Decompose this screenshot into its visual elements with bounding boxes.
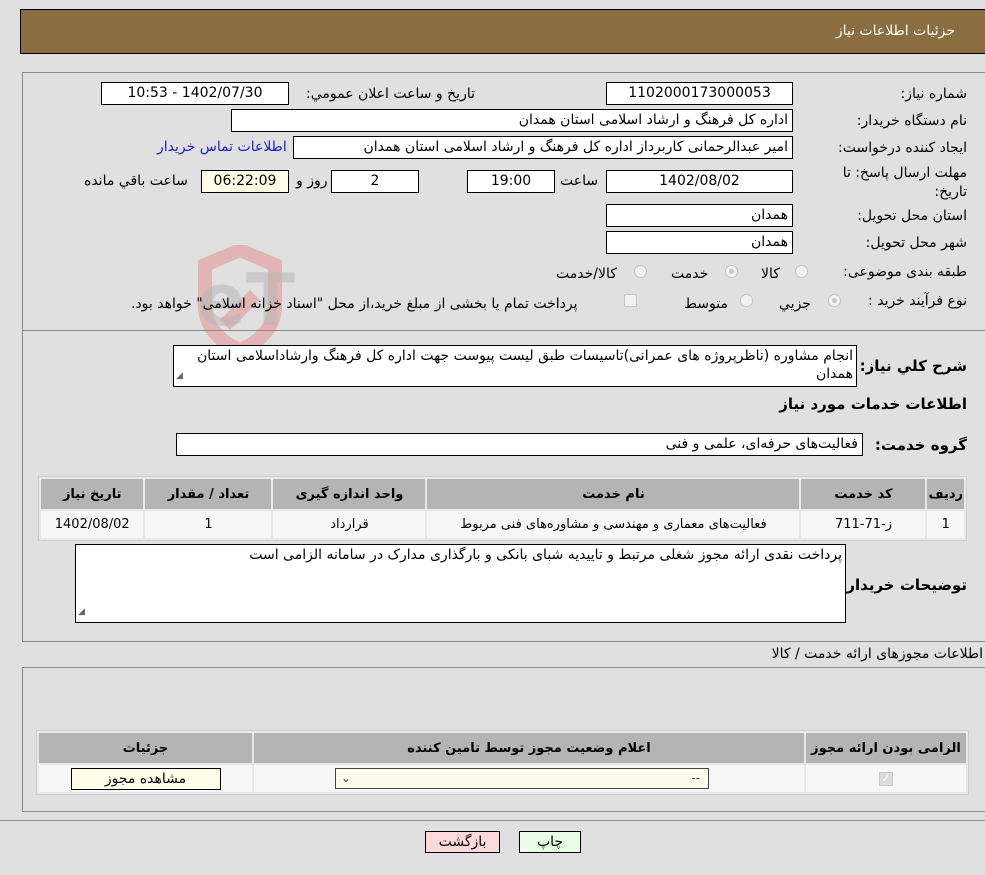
service-group-field: فعالیت‌های حرفه‌ای، علمی و فنی	[176, 433, 863, 456]
cell-unit: قرارداد	[273, 511, 426, 538]
col-permit-status: اعلام وضعیت مجوز توسط تامین کننده	[254, 733, 804, 763]
province-field: همدان	[606, 204, 793, 227]
description-label: شرح کلي نياز:	[859, 357, 967, 375]
permits-table: الزامی بودن ارائه مجوز اعلام وضعیت مجوز …	[36, 730, 969, 795]
col-service-name: نام خدمت	[427, 479, 800, 509]
col-quantity: تعداد / مقدار	[145, 479, 272, 509]
permits-section-title: اطلاعات مجوزهای ارائه خدمت / کالا	[771, 646, 983, 662]
cell-row-number: 1	[927, 511, 964, 538]
buyer-contact-link[interactable]: اطلاعات تماس خریدار	[157, 139, 287, 155]
category-label: طبقه بندی موضوعی:	[843, 264, 967, 280]
chevron-down-icon: ⌄	[341, 771, 352, 785]
category-option-service: خدمت	[671, 266, 709, 282]
time-remaining-label: ساعت باقي مانده	[84, 173, 188, 189]
permit-status-select[interactable]: -- ⌄	[335, 768, 709, 789]
table-row: ✓ -- ⌄ مشاهده مجوز	[39, 765, 966, 792]
process-radio-minor[interactable]	[828, 294, 841, 307]
cell-permit-required: ✓	[806, 765, 966, 792]
time-remaining-field: 06:22:09	[201, 170, 289, 193]
col-unit: واحد اندازه گیری	[273, 479, 426, 509]
col-permit-required: الزامی بودن ارائه مجوز	[806, 733, 966, 763]
permit-status-value: --	[691, 771, 700, 785]
need-number-label: شماره نیاز:	[900, 86, 968, 102]
category-option-goods-service: کالا/خدمت	[556, 266, 617, 282]
col-service-code: کد خدمت	[801, 479, 926, 509]
permits-table-header: الزامی بودن ارائه مجوز اعلام وضعیت مجوز …	[39, 733, 966, 763]
buyer-org-field: اداره کل فرهنگ و ارشاد اسلامی استان همدا…	[231, 109, 793, 132]
need-number-field: 1102000173000053	[606, 82, 793, 105]
print-button[interactable]: چاپ	[519, 831, 581, 853]
buyer-org-label: نام دستگاه خریدار:	[856, 113, 967, 129]
view-permit-button[interactable]: مشاهده مجوز	[70, 767, 221, 790]
buyer-notes-text: پرداخت نقدی ارائه مجوز شغلی مرتبط و تایی…	[249, 547, 842, 563]
deadline-time-field: 19:00	[467, 170, 555, 193]
category-radio-goods-service[interactable]	[634, 265, 647, 278]
resize-handle-icon[interactable]: ◢	[78, 603, 85, 621]
category-radio-service[interactable]	[725, 265, 738, 278]
announce-date-field: 1402/07/30 - 10:53	[101, 82, 289, 105]
treasury-note: پرداخت تمام یا بخشی از مبلغ خرید،از محل …	[131, 296, 578, 312]
creator-label: ایجاد کننده درخواست:	[838, 140, 967, 156]
description-text: انجام مشاوره (ناظرپروژه های عمرانی)تاسیس…	[197, 348, 853, 382]
process-option-medium: متوسط	[684, 296, 728, 312]
back-button[interactable]: بازگشت	[425, 831, 500, 853]
category-radio-goods[interactable]	[795, 265, 808, 278]
category-option-goods: کالا	[761, 266, 780, 282]
cell-permit-details: مشاهده مجوز	[39, 765, 252, 792]
services-table-header: ردیف کد خدمت نام خدمت واحد اندازه گیری ت…	[41, 479, 964, 509]
table-row: 1 ز-71-711 فعالیت‌های معماری و مهندسی و …	[41, 511, 964, 538]
services-table: ردیف کد خدمت نام خدمت واحد اندازه گیری ت…	[38, 476, 967, 541]
days-label: روز و	[296, 173, 328, 189]
treasury-checkbox[interactable]	[624, 294, 637, 307]
city-label: شهر محل تحویل:	[865, 235, 967, 251]
page-title: جزئیات اطلاعات نیاز	[835, 23, 955, 39]
col-permit-details: جزئیات	[39, 733, 252, 763]
cell-service-name: فعالیت‌های معماری و مهندسی و مشاوره‌های …	[427, 511, 800, 538]
divider	[23, 330, 985, 331]
cell-service-code: ز-71-711	[801, 511, 926, 538]
service-group-label: گروه خدمت:	[874, 436, 967, 454]
process-radio-medium[interactable]	[740, 294, 753, 307]
process-type-label: نوع فرآیند خرید :	[868, 293, 967, 309]
creator-field: امیر عبدالرحمانی کاربرداز اداره کل فرهنگ…	[293, 136, 793, 159]
deadline-time-label: ساعت	[560, 173, 599, 189]
process-option-minor: جزيي	[779, 296, 811, 312]
page-header: جزئیات اطلاعات نیاز	[20, 9, 985, 54]
province-label: استان محل تحویل:	[857, 208, 967, 224]
days-remaining-field: 2	[331, 170, 419, 193]
divider	[0, 820, 985, 821]
buyer-notes-textarea[interactable]: پرداخت نقدی ارائه مجوز شغلی مرتبط و تایی…	[75, 544, 846, 623]
deadline-date-field: 1402/08/02	[606, 170, 793, 193]
buyer-notes-label: توضیحات خریدار:	[840, 576, 967, 594]
col-need-date: تاریخ نیاز	[41, 479, 144, 509]
deadline-label: مهلت ارسال پاسخ: تا تاریخ:	[842, 165, 967, 200]
description-textarea[interactable]: انجام مشاوره (ناظرپروژه های عمرانی)تاسیس…	[173, 345, 857, 387]
col-row-number: ردیف	[927, 479, 964, 509]
city-field: همدان	[606, 231, 793, 254]
cell-quantity: 1	[145, 511, 272, 538]
cell-need-date: 1402/08/02	[41, 511, 144, 538]
cell-permit-status: -- ⌄	[254, 765, 804, 792]
announce-date-label: تاریخ و ساعت اعلان عمومي:	[306, 86, 475, 102]
resize-handle-icon[interactable]: ◢	[176, 367, 183, 385]
permit-required-checkbox[interactable]: ✓	[879, 772, 893, 786]
services-section-title: اطلاعات خدمات مورد نیاز	[779, 395, 967, 413]
